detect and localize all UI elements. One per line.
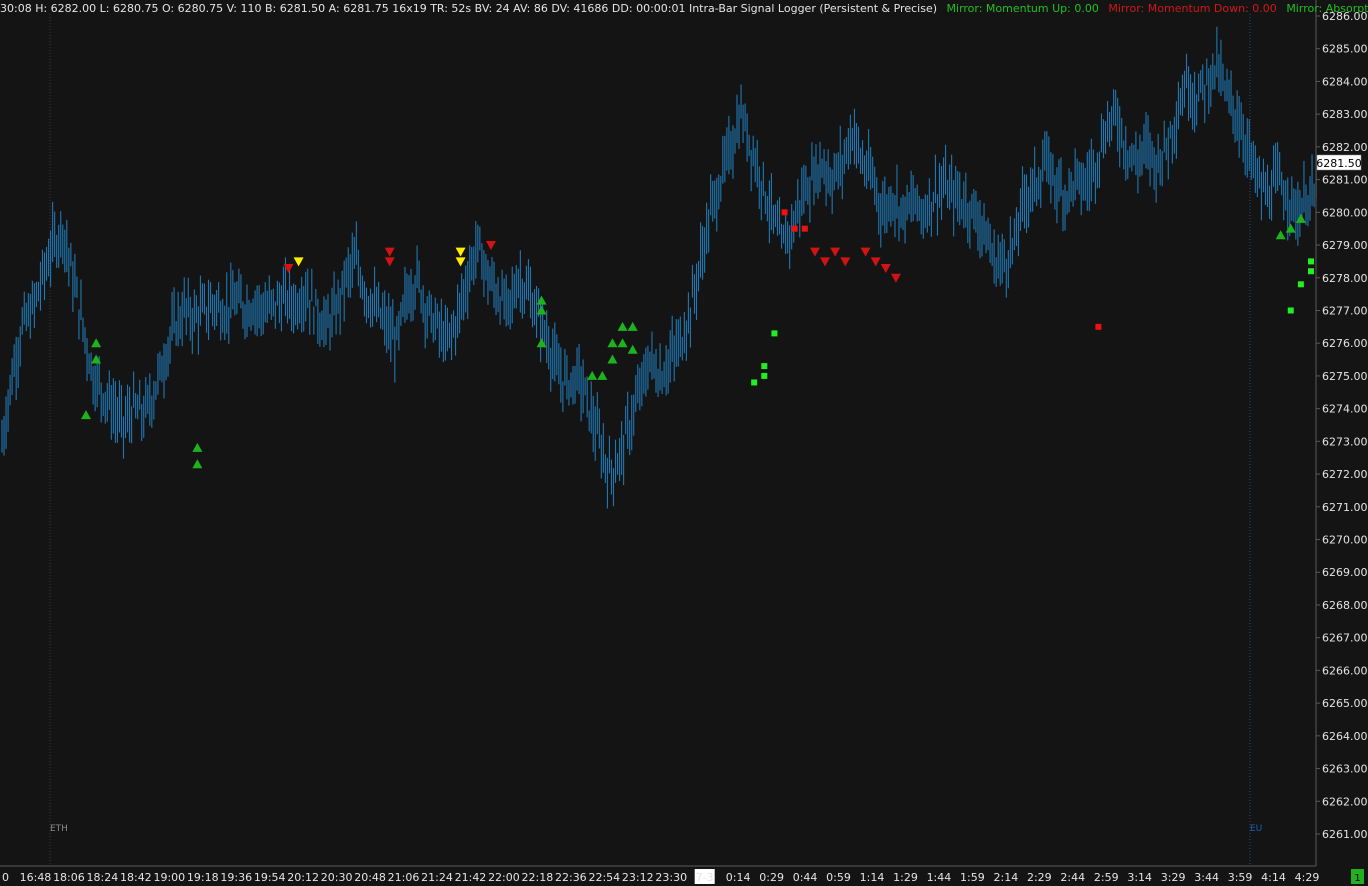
session-label-eth: ETH (50, 824, 68, 834)
time-tick-label: 0 (2, 871, 9, 884)
signal-dot-marker (781, 209, 788, 216)
time-tick-label: 19:54 (254, 871, 286, 884)
time-tick-label: 19:00 (153, 871, 185, 884)
time-tick-label: 0:14 (726, 871, 751, 884)
mirror-momentum-up: Mirror: Momentum Up: 0.00 (947, 2, 1099, 15)
price-tick-label: 6271.00 (1322, 501, 1368, 514)
time-tick-label: 4:29 (1295, 871, 1320, 884)
current-price-label: 6281.50 (1316, 157, 1362, 170)
signal-dot-marker (761, 372, 768, 379)
corner-badge-label: 1 (1354, 873, 1360, 884)
time-tick-label: 2:29 (1027, 871, 1052, 884)
signal-dot-marker (751, 379, 758, 386)
mirror-absorption-long: Mirror: Absorption Long: 0. (1286, 2, 1368, 15)
time-tick-label: 23:12 (622, 871, 654, 884)
signal-dot-marker (1308, 258, 1314, 265)
time-tick-label: 21:24 (421, 871, 453, 884)
time-tick-label: 2:59 (1094, 871, 1119, 884)
time-tick-label: 1:59 (960, 871, 985, 884)
time-tick-label: 0:29 (759, 871, 784, 884)
time-tick-label: 1:44 (927, 871, 952, 884)
chart-background (0, 0, 1368, 886)
time-tick-label: 22:54 (588, 871, 620, 884)
price-tick-label: 6262.00 (1322, 795, 1368, 808)
time-tick-label: 18:06 (53, 871, 85, 884)
price-tick-label: 6278.00 (1322, 272, 1368, 285)
chart-header: 30:08 H: 6282.00 L: 6280.75 O: 6280.75 V… (0, 2, 1368, 15)
price-tick-label: 6276.00 (1322, 337, 1368, 350)
signal-dot-marker (1095, 323, 1102, 330)
signal-dot-marker (801, 225, 808, 232)
price-chart[interactable]: ETH EU 6286.006285.006284.006283.006282.… (0, 0, 1368, 886)
price-tick-label: 6275.00 (1322, 370, 1368, 383)
time-tick-label: 20:30 (321, 871, 353, 884)
time-tick-label: 0:59 (826, 871, 851, 884)
price-tick-label: 6273.00 (1322, 435, 1368, 448)
time-tick-label: 0:44 (793, 871, 818, 884)
price-tick-label: 6270.00 (1322, 534, 1368, 547)
time-tick-label: 22:18 (522, 871, 554, 884)
time-tick-label: 16:48 (20, 871, 52, 884)
time-tick-label: 1:14 (860, 871, 885, 884)
signal-dot-marker (791, 225, 798, 232)
price-tick-label: 6269.00 (1322, 566, 1368, 579)
mirror-momentum-down: Mirror: Momentum Down: 0.00 (1108, 2, 1276, 15)
session-label-eu: EU (1250, 824, 1262, 834)
price-tick-label: 6268.00 (1322, 599, 1368, 612)
corner-badge[interactable]: 1 (1351, 869, 1364, 884)
signal-dot-marker (761, 363, 768, 370)
time-tick-label: 2:44 (1060, 871, 1085, 884)
time-tick-label: 18:42 (120, 871, 152, 884)
time-tick-label: 3:29 (1161, 871, 1186, 884)
time-tick-label: 19:36 (220, 871, 252, 884)
time-tick-label: 18:24 (87, 871, 119, 884)
price-tick-label: 6282.00 (1322, 141, 1368, 154)
price-tick-label: 6280.00 (1322, 206, 1368, 219)
header-info: 30:08 H: 6282.00 L: 6280.75 O: 6280.75 V… (0, 2, 937, 15)
price-tick-label: 6267.00 (1322, 632, 1368, 645)
signal-dot-marker (1297, 281, 1304, 288)
time-tick-label: 20:48 (354, 871, 386, 884)
price-tick-label: 6265.00 (1322, 697, 1368, 710)
time-tick-label: 3:44 (1194, 871, 1219, 884)
price-tick-label: 6279.00 (1322, 239, 1368, 252)
time-tick-label: 3:59 (1228, 871, 1253, 884)
time-tick-label: 2:14 (993, 871, 1018, 884)
price-tick-label: 6266.00 (1322, 664, 1368, 677)
price-tick-label: 6272.00 (1322, 468, 1368, 481)
price-tick-label: 6283.00 (1322, 108, 1368, 121)
price-tick-label: 6274.00 (1322, 403, 1368, 416)
time-tick-label: 4:14 (1261, 871, 1286, 884)
signal-dot-marker (1287, 307, 1294, 314)
time-tick-label: 21:06 (388, 871, 420, 884)
price-tick-label: 6261.00 (1322, 828, 1368, 841)
time-tick-label: 7-3 (696, 871, 714, 884)
signal-dot-marker (1308, 268, 1314, 275)
time-tick-label: 3:14 (1127, 871, 1152, 884)
time-tick-label: 22:00 (488, 871, 520, 884)
time-tick-label: 1:29 (893, 871, 918, 884)
price-tick-label: 6281.00 (1322, 174, 1368, 187)
time-tick-label: 22:36 (555, 871, 587, 884)
time-tick-label: 21:42 (455, 871, 487, 884)
price-tick-label: 6284.00 (1322, 75, 1368, 88)
current-price-marker: 6281.50 (1316, 154, 1362, 171)
price-tick-label: 6277.00 (1322, 304, 1368, 317)
signal-dot-marker (771, 330, 778, 337)
time-tick-label: 19:18 (187, 871, 219, 884)
price-tick-label: 6285.00 (1322, 43, 1368, 56)
time-tick-label: 23:30 (655, 871, 687, 884)
time-tick-label: 20:12 (287, 871, 319, 884)
price-tick-label: 6263.00 (1322, 763, 1368, 776)
price-tick-label: 6264.00 (1322, 730, 1368, 743)
